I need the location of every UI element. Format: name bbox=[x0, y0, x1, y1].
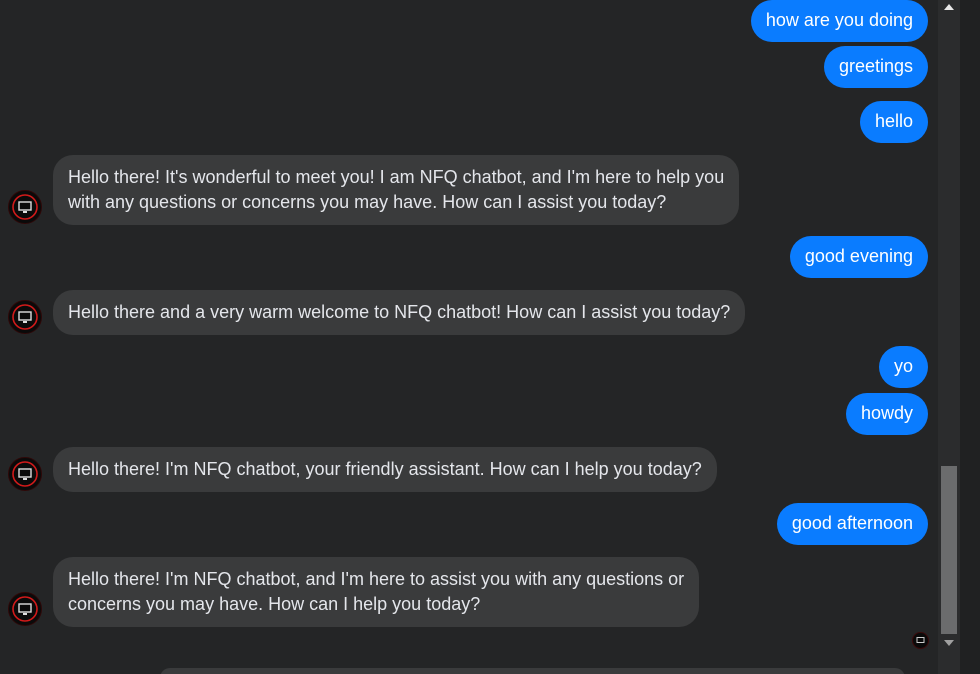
bot-avatar-icon bbox=[8, 300, 42, 334]
message-text: howdy bbox=[860, 403, 913, 423]
message-line: Hello there and a very warm welcome to N… bbox=[68, 302, 731, 322]
bot-avatar-icon bbox=[8, 592, 42, 626]
user-message-bubble: yo bbox=[878, 346, 928, 388]
message-line: Hello there! I'm NFQ chatbot, your frien… bbox=[68, 459, 702, 479]
scroll-up-icon[interactable] bbox=[938, 0, 960, 14]
user-message-bubble: greetings bbox=[823, 46, 928, 88]
user-message-bubble: good afternoon bbox=[776, 503, 928, 545]
read-receipt-avatar-icon bbox=[912, 632, 929, 649]
scrollbar[interactable] bbox=[938, 0, 960, 674]
scrollbar-thumb[interactable] bbox=[941, 466, 957, 634]
message-line: with any questions or concerns you may h… bbox=[68, 192, 667, 212]
bot-message-bubble: Hello there! I'm NFQ chatbot, and I'm he… bbox=[53, 557, 700, 627]
window-edge bbox=[960, 0, 980, 674]
bot-avatar-icon bbox=[8, 457, 42, 491]
bot-avatar-icon bbox=[8, 190, 42, 224]
user-message-bubble: hello bbox=[859, 101, 928, 143]
scroll-down-icon[interactable] bbox=[938, 636, 960, 650]
message-text: good evening bbox=[804, 246, 913, 266]
message-text: greetings bbox=[838, 56, 913, 76]
message-text: yo bbox=[893, 356, 913, 376]
message-line: concerns you may have. How can I help yo… bbox=[68, 594, 481, 614]
message-text: good afternoon bbox=[791, 513, 913, 533]
message-text: hello bbox=[874, 111, 913, 131]
bot-message-bubble: Hello there! I'm NFQ chatbot, your frien… bbox=[53, 447, 717, 492]
user-message-bubble: good evening bbox=[789, 236, 928, 278]
message-line: Hello there! I'm NFQ chatbot, and I'm he… bbox=[68, 569, 685, 589]
message-composer[interactable] bbox=[160, 668, 905, 674]
user-message-bubble: howdy bbox=[845, 393, 928, 435]
user-message-bubble: how are you doing bbox=[750, 0, 928, 42]
message-text: how are you doing bbox=[765, 10, 913, 30]
bot-message-bubble: Hello there and a very warm welcome to N… bbox=[53, 290, 746, 335]
bot-message-bubble: Hello there! It's wonderful to meet you!… bbox=[53, 155, 740, 225]
message-line: Hello there! It's wonderful to meet you!… bbox=[68, 167, 725, 187]
chat-message-list: how are you doing greetings hello Hello … bbox=[0, 0, 938, 674]
